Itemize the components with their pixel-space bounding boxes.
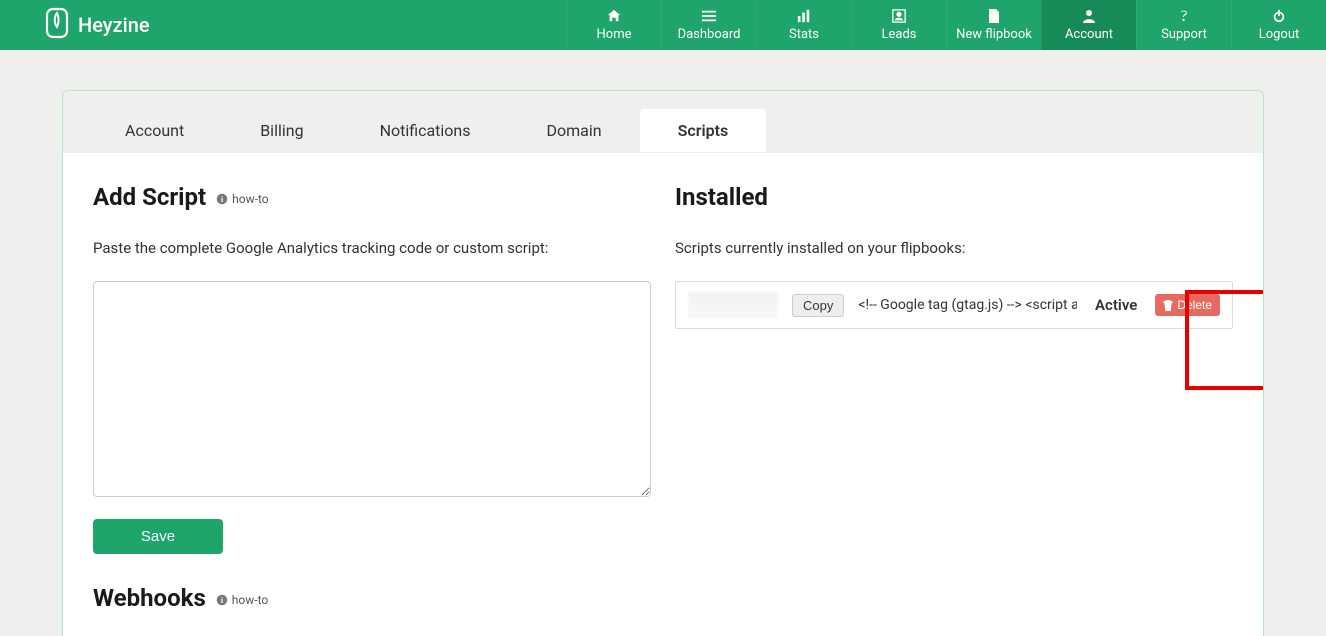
- scripts-content: Add Script i how-to Paste the complete G…: [63, 153, 1263, 584]
- nav-support[interactable]: Support: [1136, 0, 1231, 50]
- script-snippet: <!-- Google tag (gtag.js) --> <script as…: [858, 297, 1077, 313]
- nav-logout-label: Logout: [1259, 27, 1300, 42]
- add-script-hint: Paste the complete Google Analytics trac…: [93, 239, 651, 257]
- webhooks-title: Webhooks: [93, 584, 206, 612]
- tab-billing[interactable]: Billing: [222, 109, 341, 152]
- add-script-column: Add Script i how-to Paste the complete G…: [93, 183, 651, 554]
- nav-newflipbook[interactable]: New flipbook: [946, 0, 1041, 50]
- nav-account-label: Account: [1065, 27, 1113, 42]
- nav-support-label: Support: [1161, 27, 1207, 42]
- list-icon: [702, 8, 716, 24]
- nav-logout[interactable]: Logout: [1231, 0, 1326, 50]
- installed-hint: Scripts currently installed on your flip…: [675, 239, 1233, 257]
- add-script-howto-label: how-to: [232, 192, 268, 206]
- power-icon: [1272, 8, 1286, 24]
- add-script-title: Add Script: [93, 183, 206, 211]
- nav-home[interactable]: Home: [566, 0, 661, 50]
- home-icon: [607, 8, 621, 24]
- tab-domain[interactable]: Domain: [509, 109, 640, 152]
- tab-scripts[interactable]: Scripts: [640, 109, 767, 152]
- stats-icon: [797, 8, 811, 24]
- delete-label: Delete: [1177, 298, 1212, 312]
- installed-heading: Installed: [675, 183, 1233, 211]
- user-icon: [1083, 8, 1095, 24]
- file-icon: [988, 8, 1000, 24]
- tab-notifications[interactable]: Notifications: [342, 109, 509, 152]
- settings-tabs: Account Billing Notifications Domain Scr…: [63, 91, 1263, 153]
- top-nav: Heyzine Home Dashboard Stats Leads New f…: [0, 0, 1326, 50]
- script-id-blurred: [688, 292, 778, 318]
- contact-icon: [892, 8, 906, 24]
- logo-icon: [44, 7, 70, 43]
- webhooks-section: Webhooks i how-to: [63, 584, 1263, 636]
- nav-stats-label: Stats: [789, 27, 819, 42]
- nav-dashboard-label: Dashboard: [678, 27, 741, 42]
- add-script-howto[interactable]: i how-to: [216, 192, 268, 206]
- webhooks-howto-label: how-to: [232, 593, 268, 607]
- nav-home-label: Home: [597, 27, 632, 42]
- page-body: Account Billing Notifications Domain Scr…: [0, 50, 1326, 636]
- nav-dashboard[interactable]: Dashboard: [661, 0, 756, 50]
- tab-account[interactable]: Account: [87, 109, 222, 152]
- brand[interactable]: Heyzine: [0, 0, 162, 50]
- info-icon: i: [216, 594, 228, 606]
- delete-button[interactable]: Delete: [1155, 294, 1220, 316]
- nav-account[interactable]: Account: [1041, 0, 1136, 50]
- installed-title: Installed: [675, 183, 768, 211]
- trash-icon: [1163, 300, 1173, 311]
- installed-script-row: Copy <!-- Google tag (gtag.js) --> <scri…: [675, 281, 1233, 329]
- question-icon: [1179, 8, 1189, 24]
- save-button[interactable]: Save: [93, 519, 223, 554]
- settings-card: Account Billing Notifications Domain Scr…: [62, 90, 1264, 636]
- nav-leads-label: Leads: [881, 27, 916, 42]
- webhooks-howto[interactable]: i how-to: [216, 593, 268, 607]
- brand-name: Heyzine: [78, 13, 150, 37]
- add-script-heading: Add Script i how-to: [93, 183, 651, 211]
- nav-stats[interactable]: Stats: [756, 0, 851, 50]
- script-status: Active: [1091, 296, 1141, 314]
- installed-column: Installed Scripts currently installed on…: [675, 183, 1233, 554]
- nav-leads[interactable]: Leads: [851, 0, 946, 50]
- nav-newflipbook-label: New flipbook: [956, 27, 1032, 42]
- copy-button[interactable]: Copy: [792, 294, 844, 317]
- script-textarea[interactable]: [93, 281, 651, 497]
- webhooks-heading: Webhooks i how-to: [93, 584, 1233, 612]
- info-icon: i: [216, 193, 228, 205]
